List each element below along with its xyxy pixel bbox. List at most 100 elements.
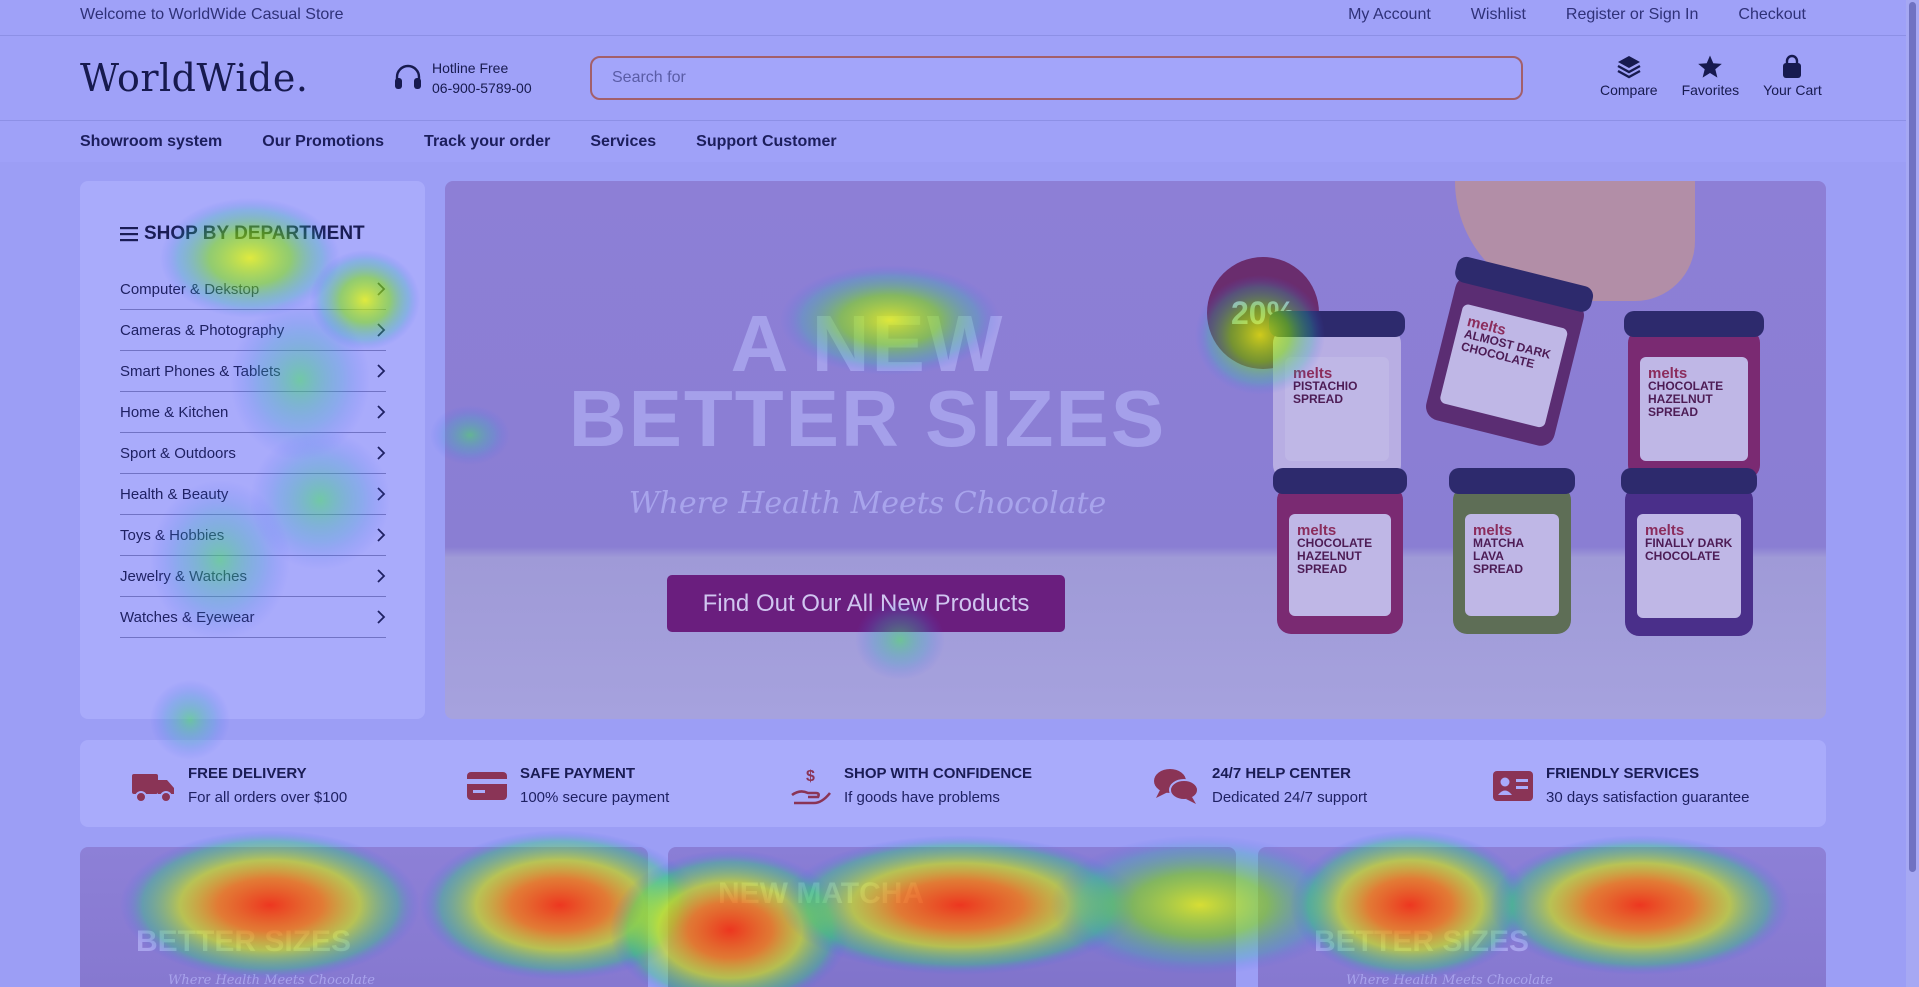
top-links: My Account Wishlist Register or Sign In … [1348, 6, 1806, 24]
feature-shop-confidence: $ SHOP WITH CONFIDENCE If goods have pro… [790, 762, 1032, 810]
feature-title: FRIENDLY SERVICES [1546, 765, 1700, 782]
logo[interactable]: WorldWide. [80, 56, 308, 100]
chevron-right-icon [377, 569, 386, 583]
svg-text:$: $ [806, 768, 815, 785]
chevron-right-icon [377, 446, 386, 460]
chevron-right-icon [377, 282, 386, 296]
feature-title: SHOP WITH CONFIDENCE [844, 765, 1033, 782]
sidebar-item-label: Health & Beauty [120, 485, 229, 503]
product-jar: melts PISTACHIO SPREAD [1269, 311, 1405, 479]
jar-name: CHOCOLATE HAZELNUT SPREAD [1648, 379, 1724, 419]
menu-icon [120, 227, 138, 242]
nav-support-customer[interactable]: Support Customer [696, 133, 836, 151]
chevron-right-icon [377, 610, 386, 624]
sidebar-item-watches-eyewear[interactable]: Watches & Eyewear [120, 597, 386, 638]
find-products-button[interactable]: Find Out Our All New Products [667, 575, 1065, 632]
product-jar: melts MATCHA LAVA SPREAD [1449, 468, 1575, 634]
sidebar-item-jewelry-watches[interactable]: Jewelry & Watches [120, 556, 386, 597]
feature-subtitle: Dedicated 24/7 support [1212, 789, 1368, 806]
promo-card-2[interactable]: NEW MATCHA [668, 847, 1236, 987]
hero-headline-line2: BETTER SIZES [568, 374, 1167, 463]
cart-button[interactable]: Your Cart [1763, 54, 1822, 98]
feature-subtitle: 30 days satisfaction guarantee [1546, 789, 1750, 806]
promo-card-1[interactable]: BETTER SIZES Where Health Meets Chocolat… [80, 847, 648, 987]
scrollbar-thumb[interactable] [1909, 2, 1916, 872]
vertical-scrollbar[interactable] [1906, 0, 1919, 987]
checkout-link[interactable]: Checkout [1738, 6, 1806, 24]
product-jar: melts FINALLY DARK CHOCOLATE [1621, 468, 1757, 636]
chevron-right-icon [377, 364, 386, 378]
header: WorldWide. Hotline Free 06-900-5789-00 C… [0, 36, 1906, 121]
feature-title: 24/7 HELP CENTER [1212, 765, 1351, 782]
bag-icon [1783, 54, 1802, 78]
sidebar-item-cameras-photography[interactable]: Cameras & Photography [120, 310, 386, 351]
chevron-right-icon [377, 528, 386, 542]
jar-name: CHOCOLATE HAZELNUT SPREAD [1297, 536, 1373, 576]
sidebar-item-label: Smart Phones & Tablets [120, 362, 281, 380]
sidebar-item-smart-phones-tablets[interactable]: Smart Phones & Tablets [120, 351, 386, 392]
hero-tagline: Where Health Meets Chocolate [628, 486, 1107, 521]
chevron-right-icon [377, 405, 386, 419]
register-signin-link[interactable]: Register or Sign In [1566, 6, 1699, 24]
sidebar-title: SHOP BY DEPARTMENT [144, 223, 365, 244]
sidebar-item-label: Home & Kitchen [120, 403, 229, 421]
hero-banner[interactable]: A NEW BETTER SIZES Where Health Meets Ch… [445, 181, 1826, 719]
layers-icon [1617, 56, 1641, 79]
feature-subtitle: For all orders over $100 [188, 789, 348, 806]
feature-safe-payment: SAFE PAYMENT 100% secure payment [466, 762, 669, 810]
chat-bubbles-icon [1154, 769, 1199, 804]
sidebar-item-label: Computer & Dekstop [120, 280, 260, 298]
credit-card-icon [467, 772, 507, 800]
sidebar-item-home-kitchen[interactable]: Home & Kitchen [120, 392, 386, 433]
hotline: Hotline Free 06-900-5789-00 [392, 58, 532, 98]
welcome-text: Welcome to WorldWide Casual Store [80, 6, 344, 23]
sidebar-item-toys-hobbies[interactable]: Toys & Hobbies [120, 515, 386, 556]
chevron-right-icon [377, 323, 386, 337]
hand-dollar-icon: $ [791, 768, 832, 805]
feature-free-delivery: FREE DELIVERY For all orders over $100 [130, 762, 347, 810]
sidebar-item-sport-outdoors[interactable]: Sport & Outdoors [120, 433, 386, 474]
star-icon [1698, 55, 1723, 78]
sidebar-item-computer-desktop[interactable]: Computer & Dekstop [120, 269, 386, 310]
header-actions: Compare Favorites Your Cart [1600, 54, 1822, 98]
cart-label: Your Cart [1763, 82, 1822, 98]
department-list: Computer & Dekstop Cameras & Photography… [120, 269, 386, 638]
search-input[interactable] [590, 56, 1523, 100]
sidebar-item-label: Jewelry & Watches [120, 567, 247, 585]
nav-track-order[interactable]: Track your order [424, 133, 550, 151]
sidebar-item-health-beauty[interactable]: Health & Beauty [120, 474, 386, 515]
features-strip: FREE DELIVERY For all orders over $100 S… [80, 740, 1826, 827]
promo-card-3[interactable]: BETTER SIZES Where Health Meets Chocolat… [1258, 847, 1826, 987]
sidebar-item-label: Cameras & Photography [120, 321, 285, 339]
truck-icon [132, 774, 174, 803]
jar-name: PISTACHIO SPREAD [1293, 379, 1358, 406]
feature-subtitle: 100% secure payment [520, 789, 670, 806]
hotline-number[interactable]: 06-900-5789-00 [432, 78, 532, 98]
product-jar: melts CHOCOLATE HAZELNUT SPREAD [1624, 311, 1764, 479]
favorites-button[interactable]: Favorites [1682, 54, 1739, 98]
compare-button[interactable]: Compare [1600, 54, 1658, 98]
chevron-right-icon [377, 487, 386, 501]
my-account-link[interactable]: My Account [1348, 6, 1431, 24]
promo-title: BETTER SIZES [1314, 925, 1530, 958]
nav-services[interactable]: Services [590, 133, 656, 151]
main-nav: Showroom system Our Promotions Track you… [0, 121, 1906, 162]
top-bar: Welcome to WorldWide Casual Store My Acc… [0, 0, 1906, 36]
hotline-label: Hotline Free [432, 60, 509, 76]
nav-our-promotions[interactable]: Our Promotions [262, 133, 384, 151]
promo-subtitle: Where Health Meets Chocolate [1346, 973, 1553, 987]
promo-title: BETTER SIZES [136, 925, 352, 958]
product-jar: melts CHOCOLATE HAZELNUT SPREAD [1273, 468, 1407, 634]
feature-title: SAFE PAYMENT [520, 765, 636, 782]
compare-label: Compare [1600, 82, 1658, 98]
nav-showroom-system[interactable]: Showroom system [80, 133, 222, 151]
sidebar-item-label: Watches & Eyewear [120, 608, 255, 626]
wishlist-link[interactable]: Wishlist [1471, 6, 1526, 24]
product-jar: melts ALMOST DARK CHOCOLATE [1423, 254, 1596, 449]
jar-name: MATCHA LAVA SPREAD [1473, 536, 1524, 576]
promo-title: NEW MATCHA [718, 877, 925, 910]
headset-icon [395, 64, 421, 89]
feature-help-center: 24/7 HELP CENTER Dedicated 24/7 support [1152, 762, 1367, 810]
hero-headline-line1: A NEW [730, 299, 1005, 388]
sidebar-item-label: Toys & Hobbies [120, 526, 225, 544]
